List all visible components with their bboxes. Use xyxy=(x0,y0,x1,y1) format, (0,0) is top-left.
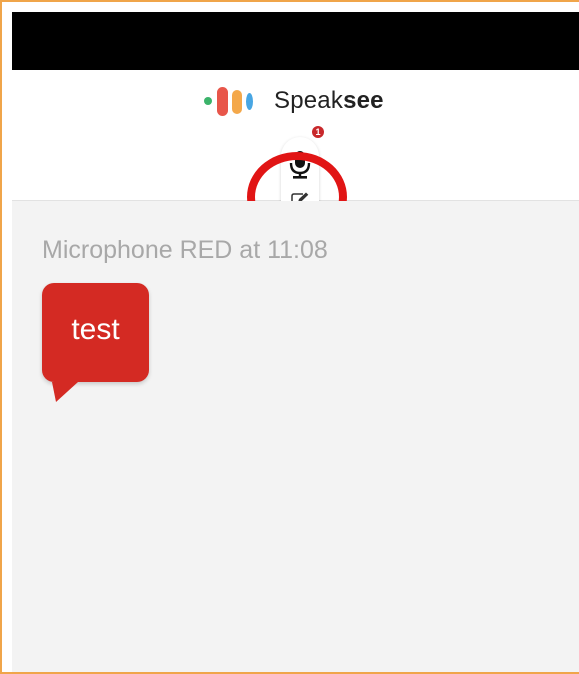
logo-pill-red xyxy=(217,87,228,116)
notification-count: 1 xyxy=(315,127,321,137)
message-text: test xyxy=(71,313,120,346)
brand-name-suffix: see xyxy=(343,87,384,114)
logo-pill-orange xyxy=(232,90,242,114)
message-meta: Microphone RED at 11:08 xyxy=(42,236,328,264)
logo-mark xyxy=(204,84,270,118)
brand-name-prefix: Speak xyxy=(274,87,344,114)
conversation-area: Microphone RED at 11:08 test xyxy=(12,201,579,672)
app-header: Speaksee 1 xyxy=(12,70,579,242)
app-area: Speaksee 1 Microphone RED at 11:08 test xyxy=(12,70,579,672)
phone-frame: Speaksee 1 Microphone RED at 11:08 test xyxy=(0,0,579,674)
message-bubble-tail xyxy=(52,382,78,402)
notification-badge: 1 xyxy=(312,126,324,138)
message-bubble[interactable]: test xyxy=(42,283,149,382)
brand-name: Speaksee xyxy=(274,87,384,115)
speaksee-logo: Speaksee xyxy=(204,84,384,118)
logo-dot xyxy=(204,97,212,105)
logo-pill-blue xyxy=(246,93,253,110)
status-bar xyxy=(12,12,579,70)
